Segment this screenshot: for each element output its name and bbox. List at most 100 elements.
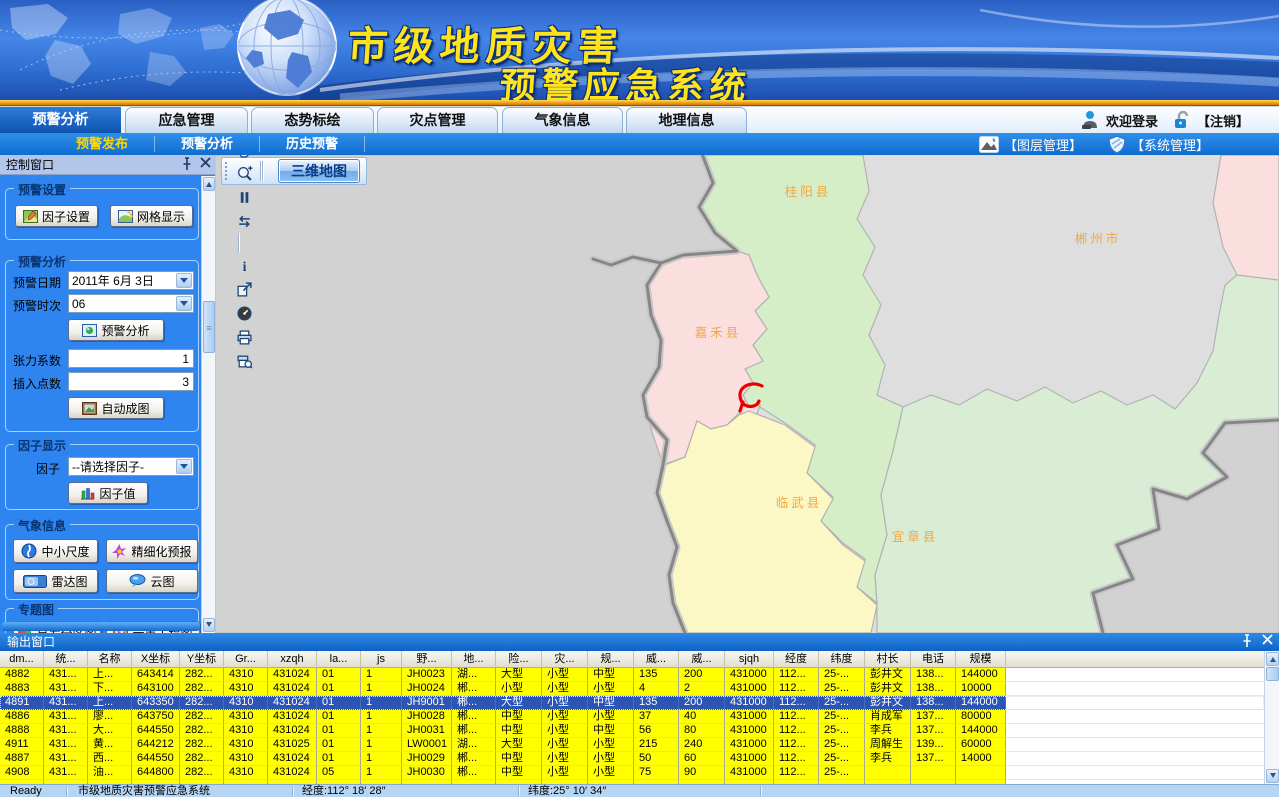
close-panel-icon[interactable]	[200, 157, 211, 168]
table-row-filler	[1006, 738, 1264, 752]
column-header[interactable]: 威...	[634, 651, 679, 668]
panel-scroll-up-icon[interactable]	[203, 177, 215, 191]
map-graphic[interactable]: 桂阳县郴州市嘉禾县临武县宜章县	[215, 155, 1279, 633]
warning-time-combobox[interactable]: 06	[68, 294, 194, 313]
column-header[interactable]: 名称	[88, 651, 132, 668]
output-table[interactable]: dm...统...名称X坐标Y坐标Gr...xzqhla...js野...地..…	[0, 651, 1264, 784]
radar-button[interactable]: 雷达图	[13, 569, 98, 593]
column-header[interactable]: dm...	[0, 651, 44, 668]
panel-scrollbar[interactable]	[201, 176, 215, 633]
output-close-icon[interactable]	[1262, 634, 1273, 645]
column-header[interactable]: 统...	[44, 651, 88, 668]
refresh-swap-icon[interactable]	[233, 209, 255, 233]
output-scroll-down-icon[interactable]	[1266, 769, 1279, 783]
column-header[interactable]: X坐标	[132, 651, 180, 668]
status-ready: Ready	[10, 785, 42, 797]
table-cell: 137...	[911, 752, 956, 766]
fine-forecast-button[interactable]: 精细化预报	[106, 539, 198, 563]
table-row[interactable]: 4886431...廖...643750282...4310431024011J…	[0, 710, 1264, 724]
table-cell: 小型	[496, 682, 542, 696]
table-cell: 282...	[180, 668, 224, 682]
column-header[interactable]: 规模	[956, 651, 1006, 668]
table-cell: 431000	[725, 696, 774, 710]
mesoscale-button[interactable]: 中小尺度	[13, 539, 98, 563]
table-row[interactable]: 4883431...下...643100282...4310431024011J…	[0, 682, 1264, 696]
column-header[interactable]: Gr...	[224, 651, 268, 668]
tab-situation-plotting[interactable]: 态势标绘	[251, 107, 374, 133]
table-row[interactable]: 4911431...黄...644212282...4310431025011L…	[0, 738, 1264, 752]
logout-button[interactable]: 【注销】	[1172, 110, 1249, 130]
table-cell: 1	[361, 752, 402, 766]
cloud-button[interactable]: 云图	[106, 569, 198, 593]
print-preview-icon[interactable]	[233, 349, 255, 373]
warning-date-combobox[interactable]: 2011年 6月 3日	[68, 271, 194, 290]
table-row[interactable]: 4882431...上...643414282...4310431024011J…	[0, 668, 1264, 682]
panel-scroll-thumb[interactable]	[203, 301, 215, 353]
tab-warning-analysis[interactable]: 预警分析	[0, 107, 121, 133]
warning-date-dropdown-icon[interactable]	[176, 273, 192, 288]
column-header[interactable]: 灾...	[542, 651, 588, 668]
warning-analyze-button[interactable]: 预警分析	[68, 319, 164, 341]
table-cell: 中型	[496, 710, 542, 724]
table-cell: 小型	[588, 752, 634, 766]
table-row[interactable]: 4888431...大...644550282...4310431024011J…	[0, 724, 1264, 738]
column-header[interactable]: 村长	[865, 651, 911, 668]
column-header[interactable]: js	[361, 651, 402, 668]
welcome-login-button[interactable]: 欢迎登录	[1079, 110, 1158, 130]
table-row[interactable]: 4908431...油...644800282...4310431024051J…	[0, 766, 1264, 780]
export-icon[interactable]	[233, 277, 255, 301]
print-icon[interactable]	[233, 325, 255, 349]
zoom-window-icon[interactable]	[233, 161, 255, 185]
factor-combobox[interactable]: --请选择因子-	[68, 457, 194, 476]
tab-geographic-info[interactable]: 地理信息	[626, 107, 747, 133]
column-header[interactable]: 地...	[452, 651, 496, 668]
layer-management-button[interactable]: 【图层管理】	[979, 135, 1082, 154]
output-pin-icon[interactable]	[1242, 634, 1252, 648]
column-header[interactable]: 威...	[679, 651, 725, 668]
tab-weather-info[interactable]: 气象信息	[502, 107, 623, 133]
output-scroll-thumb[interactable]	[1266, 667, 1279, 681]
column-header[interactable]: 规...	[588, 651, 634, 668]
column-header[interactable]: 险...	[496, 651, 542, 668]
table-cell: 431000	[725, 724, 774, 738]
column-header[interactable]: sjqh	[725, 651, 774, 668]
map-3d-button[interactable]: 三维地图	[278, 159, 360, 183]
column-header[interactable]: 野...	[402, 651, 452, 668]
warning-time-dropdown-icon[interactable]	[176, 296, 192, 311]
info-icon[interactable]: i	[233, 253, 255, 277]
grid-display-button[interactable]: 网格显示	[110, 205, 193, 227]
table-cell: 10000	[956, 682, 1006, 696]
system-management-button[interactable]: 【系统管理】	[1108, 135, 1209, 154]
tab-emergency-mgmt[interactable]: 应急管理	[125, 107, 248, 133]
table-row-filler	[1006, 724, 1264, 738]
column-header[interactable]: 电话	[911, 651, 956, 668]
column-header[interactable]: 经度	[774, 651, 819, 668]
subtab-warning-publish[interactable]: 预警发布	[50, 136, 155, 152]
table-row[interactable]: 4887431...西...644550282...4310431024011J…	[0, 752, 1264, 766]
subtab-history-warning[interactable]: 历史预警	[260, 136, 365, 152]
insert-points-input[interactable]	[68, 372, 194, 391]
table-row[interactable]: 4891431...上...643350282...4310431024011J…	[0, 696, 1264, 710]
factor-dropdown-icon[interactable]	[176, 459, 192, 474]
tension-coefficient-input[interactable]	[68, 349, 194, 368]
column-header[interactable]: Y坐标	[180, 651, 224, 668]
output-scrollbar[interactable]	[1264, 651, 1279, 784]
output-scroll-up-icon[interactable]	[1266, 652, 1279, 666]
auto-map-button[interactable]: 自动成图	[68, 397, 164, 419]
table-cell: 138...	[911, 668, 956, 682]
pause-icon[interactable]	[233, 185, 255, 209]
factor-value-button[interactable]: 因子值	[68, 482, 148, 504]
column-header[interactable]: 纬度	[819, 651, 865, 668]
factor-settings-button[interactable]: 因子设置	[15, 205, 98, 227]
table-cell: 112...	[774, 696, 819, 710]
gauge-icon[interactable]	[233, 301, 255, 325]
table-cell: 小型	[542, 710, 588, 724]
map-canvas[interactable]: 桂阳县郴州市嘉禾县临武县宜章县 i 三维地图	[215, 155, 1279, 633]
tab-disaster-points[interactable]: 灾点管理	[377, 107, 498, 133]
column-header[interactable]: la...	[317, 651, 361, 668]
subtab-warning-analysis[interactable]: 预警分析	[155, 136, 260, 152]
column-header[interactable]: xzqh	[268, 651, 317, 668]
toolbar-grip[interactable]	[224, 161, 229, 181]
pin-icon[interactable]	[182, 157, 192, 171]
panel-scroll-down-icon[interactable]	[203, 618, 215, 632]
